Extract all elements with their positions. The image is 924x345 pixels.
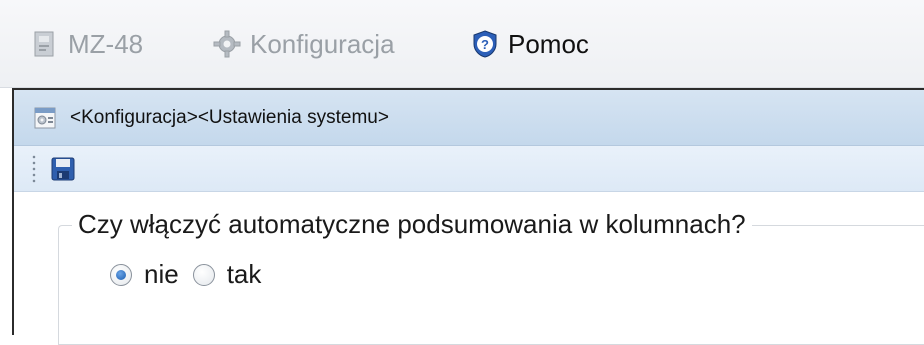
help-shield-icon: ? bbox=[470, 29, 500, 59]
radio-option-nie[interactable]: nie bbox=[110, 259, 179, 290]
app-icon bbox=[30, 29, 60, 59]
save-button[interactable] bbox=[50, 156, 76, 182]
summary-radio-group: nie tak bbox=[110, 259, 275, 290]
menu-item-pomoc[interactable]: ? Pomoc bbox=[470, 26, 589, 62]
radio-label: nie bbox=[144, 259, 179, 289]
settings-panel: Czy włączyć automatyczne podsumowania w … bbox=[14, 193, 924, 345]
menu-item-label: MZ-48 bbox=[68, 28, 144, 59]
menu-item-label: Konfiguracja bbox=[250, 28, 395, 59]
setting-question-label: Czy włączyć automatyczne podsumowania w … bbox=[72, 209, 752, 240]
window-title-bar[interactable]: <Konfiguracja><Ustawienia systemu> bbox=[14, 90, 924, 146]
settings-window-icon bbox=[32, 105, 58, 131]
radio-button[interactable] bbox=[192, 263, 215, 286]
menu-item-konfiguracja[interactable]: Konfiguracja bbox=[212, 26, 395, 62]
floppy-disk-icon bbox=[51, 157, 75, 180]
radio-button-selected[interactable] bbox=[110, 263, 132, 286]
menu-item-label: Pomoc bbox=[508, 28, 589, 59]
toolbar-grip-handle[interactable] bbox=[32, 153, 36, 184]
window-title: <Konfiguracja><Ustawienia systemu> bbox=[70, 106, 389, 128]
main-menu-bar: MZ-48 Konfiguracja ? Pomoc bbox=[0, 0, 924, 88]
window-toolbar bbox=[14, 146, 924, 192]
radio-label: tak bbox=[226, 259, 262, 289]
radio-option-tak[interactable]: tak bbox=[192, 259, 262, 290]
settings-window: <Konfiguracja><Ustawienia systemu> Czy w… bbox=[0, 88, 924, 345]
svg-text:?: ? bbox=[481, 37, 489, 52]
gear-icon bbox=[212, 29, 242, 59]
menu-item-mz48[interactable]: MZ-48 bbox=[30, 26, 143, 62]
